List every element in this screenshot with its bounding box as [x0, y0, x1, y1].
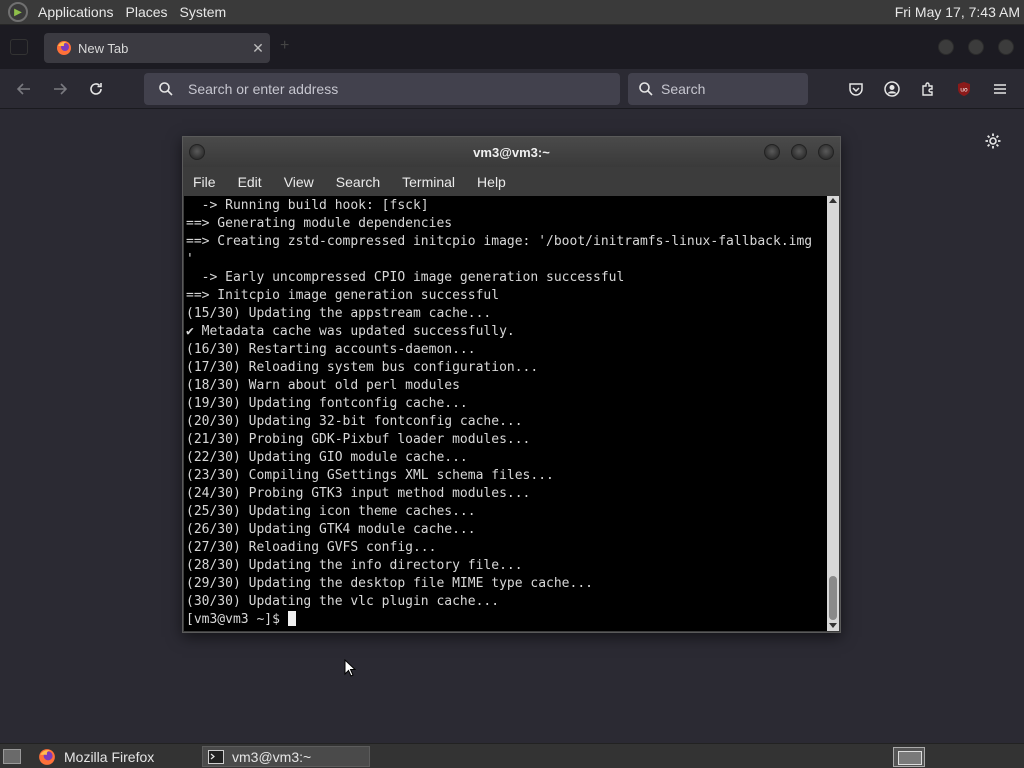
terminal-line: ==> Creating zstd-compressed initcpio im… — [186, 234, 813, 249]
panel-clock[interactable]: Fri May 17, 7:43 AM — [895, 4, 1024, 20]
terminal-line: (16/30) Restarting accounts-daemon... — [186, 342, 476, 357]
reload-icon — [90, 83, 102, 95]
terminal-menubar: File Edit View Search Terminal Help — [183, 167, 840, 196]
search-icon — [159, 82, 173, 96]
search-icon — [639, 82, 653, 96]
terminal-line: (17/30) Reloading system bus configurati… — [186, 360, 539, 375]
terminal-line: (21/30) Probing GDK-Pixbuf loader module… — [186, 432, 531, 447]
tab-overview-icon[interactable] — [10, 39, 28, 55]
mouse-pointer-icon — [344, 659, 356, 677]
workspace-switcher[interactable] — [893, 747, 925, 767]
svg-text:uo: uo — [960, 87, 968, 94]
taskbar-item-terminal[interactable]: vm3@vm3:~ — [202, 746, 370, 767]
terminal-line: (28/30) Updating the info directory file… — [186, 558, 523, 573]
terminal-line: (30/30) Updating the vlc plugin cache... — [186, 594, 500, 609]
extensions-button[interactable] — [918, 79, 938, 99]
back-arrow-icon — [16, 83, 30, 95]
search-bar[interactable]: Search — [628, 73, 808, 105]
terminal-scrollbar[interactable] — [827, 196, 839, 631]
terminal-line: (24/30) Probing GTK3 input method module… — [186, 486, 531, 501]
search-placeholder: Search — [661, 81, 706, 97]
terminal-window[interactable]: vm3@vm3:~ File Edit View Search Terminal… — [182, 136, 841, 633]
terminal-titlebar[interactable]: vm3@vm3:~ — [183, 137, 840, 167]
terminal-line: (27/30) Reloading GVFS config... — [186, 540, 437, 555]
minimize-window-button[interactable] — [938, 39, 954, 55]
menu-terminal[interactable]: Terminal — [391, 174, 466, 190]
terminal-icon — [208, 749, 224, 764]
taskbar-item-label: Mozilla Firefox — [64, 748, 155, 765]
menu-file[interactable]: File — [183, 174, 227, 190]
terminal-line: (19/30) Updating fontconfig cache... — [186, 396, 468, 411]
system-menu[interactable]: System — [174, 4, 233, 20]
terminal-line: (26/30) Updating GTK4 module cache... — [186, 522, 476, 537]
terminal-close-button[interactable] — [818, 144, 834, 160]
new-tab-plus-icon[interactable]: + — [280, 37, 289, 55]
menu-edit[interactable]: Edit — [227, 174, 273, 190]
shell-prompt: [vm3@vm3 ~]$ — [186, 612, 288, 627]
tab-new-tab[interactable]: New Tab ✕ — [44, 33, 270, 63]
ublock-icon: uo — [958, 82, 970, 96]
forward-button[interactable] — [48, 77, 72, 101]
back-button[interactable] — [12, 77, 36, 101]
account-icon — [884, 81, 900, 97]
distro-logo-icon[interactable]: ▶ — [8, 2, 28, 22]
show-desktop-icon[interactable] — [3, 749, 21, 764]
terminal-line: ==> Generating module dependencies — [186, 216, 453, 231]
terminal-line: (23/30) Compiling GSettings XML schema f… — [186, 468, 554, 483]
terminal-line: (22/30) Updating GIO module cache... — [186, 450, 468, 465]
pocket-button[interactable] — [846, 79, 866, 99]
pocket-icon — [849, 83, 863, 96]
terminal-title: vm3@vm3:~ — [473, 144, 550, 160]
scroll-down-arrow-icon[interactable] — [829, 623, 837, 628]
terminal-line: -> Running build hook: [fsck] — [186, 198, 429, 213]
terminal-line: (25/30) Updating icon theme caches... — [186, 504, 476, 519]
scrollbar-thumb[interactable] — [829, 576, 837, 620]
terminal-line: (29/30) Updating the desktop file MIME t… — [186, 576, 593, 591]
hamburger-menu-icon — [994, 84, 1006, 94]
terminal-maximize-button[interactable] — [791, 144, 807, 160]
maximize-window-button[interactable] — [968, 39, 984, 55]
url-placeholder: Search or enter address — [188, 81, 339, 97]
taskbar-item-firefox[interactable]: Mozilla Firefox — [34, 746, 198, 767]
scroll-up-arrow-icon[interactable] — [829, 198, 837, 203]
window-menu-button[interactable] — [189, 144, 205, 160]
account-button[interactable] — [882, 79, 902, 99]
terminal-minimize-button[interactable] — [764, 144, 780, 160]
ublock-origin-button[interactable]: uo — [954, 79, 974, 99]
menu-search[interactable]: Search — [325, 174, 391, 190]
top-panel: ▶ Applications Places System Fri May 17,… — [0, 0, 1024, 25]
reload-button[interactable] — [84, 77, 108, 101]
terminal-line: ' — [186, 252, 194, 267]
app-menu-button[interactable] — [990, 79, 1010, 99]
terminal-prompt-line: [vm3@vm3 ~]$ — [186, 611, 827, 629]
firefox-icon — [57, 41, 71, 55]
text-cursor — [287, 611, 296, 626]
firefox-tab-bar: New Tab ✕ + — [0, 25, 1024, 69]
close-window-button[interactable] — [998, 39, 1014, 55]
terminal-line: ==> Initcpio image generation successful — [186, 288, 500, 303]
tab-label: New Tab — [78, 40, 129, 56]
places-menu[interactable]: Places — [120, 4, 174, 20]
taskbar-item-label: vm3@vm3:~ — [232, 748, 312, 765]
forward-arrow-icon — [54, 83, 68, 95]
menu-view[interactable]: View — [273, 174, 325, 190]
firefox-nav-bar: Search or enter address Search uo — [0, 69, 1024, 109]
firefox-icon — [39, 748, 55, 765]
terminal-line: (18/30) Warn about old perl modules — [186, 378, 460, 393]
menu-help[interactable]: Help — [466, 174, 517, 190]
bottom-panel: Mozilla Firefox vm3@vm3:~ — [0, 743, 1024, 768]
terminal-line: (15/30) Updating the appstream cache... — [186, 306, 492, 321]
close-tab-icon[interactable]: ✕ — [246, 40, 270, 57]
terminal-line: (20/30) Updating 32-bit fontconfig cache… — [186, 414, 523, 429]
terminal-line: -> Early uncompressed CPIO image generat… — [186, 270, 625, 285]
terminal-line: ✔ Metadata cache was updated successfull… — [186, 324, 515, 339]
gear-icon[interactable] — [984, 132, 1002, 150]
applications-menu[interactable]: Applications — [32, 4, 120, 20]
url-bar[interactable]: Search or enter address — [144, 73, 620, 105]
terminal-output[interactable]: -> Running build hook: [fsck] ==> Genera… — [184, 196, 827, 631]
puzzle-icon — [922, 82, 933, 96]
